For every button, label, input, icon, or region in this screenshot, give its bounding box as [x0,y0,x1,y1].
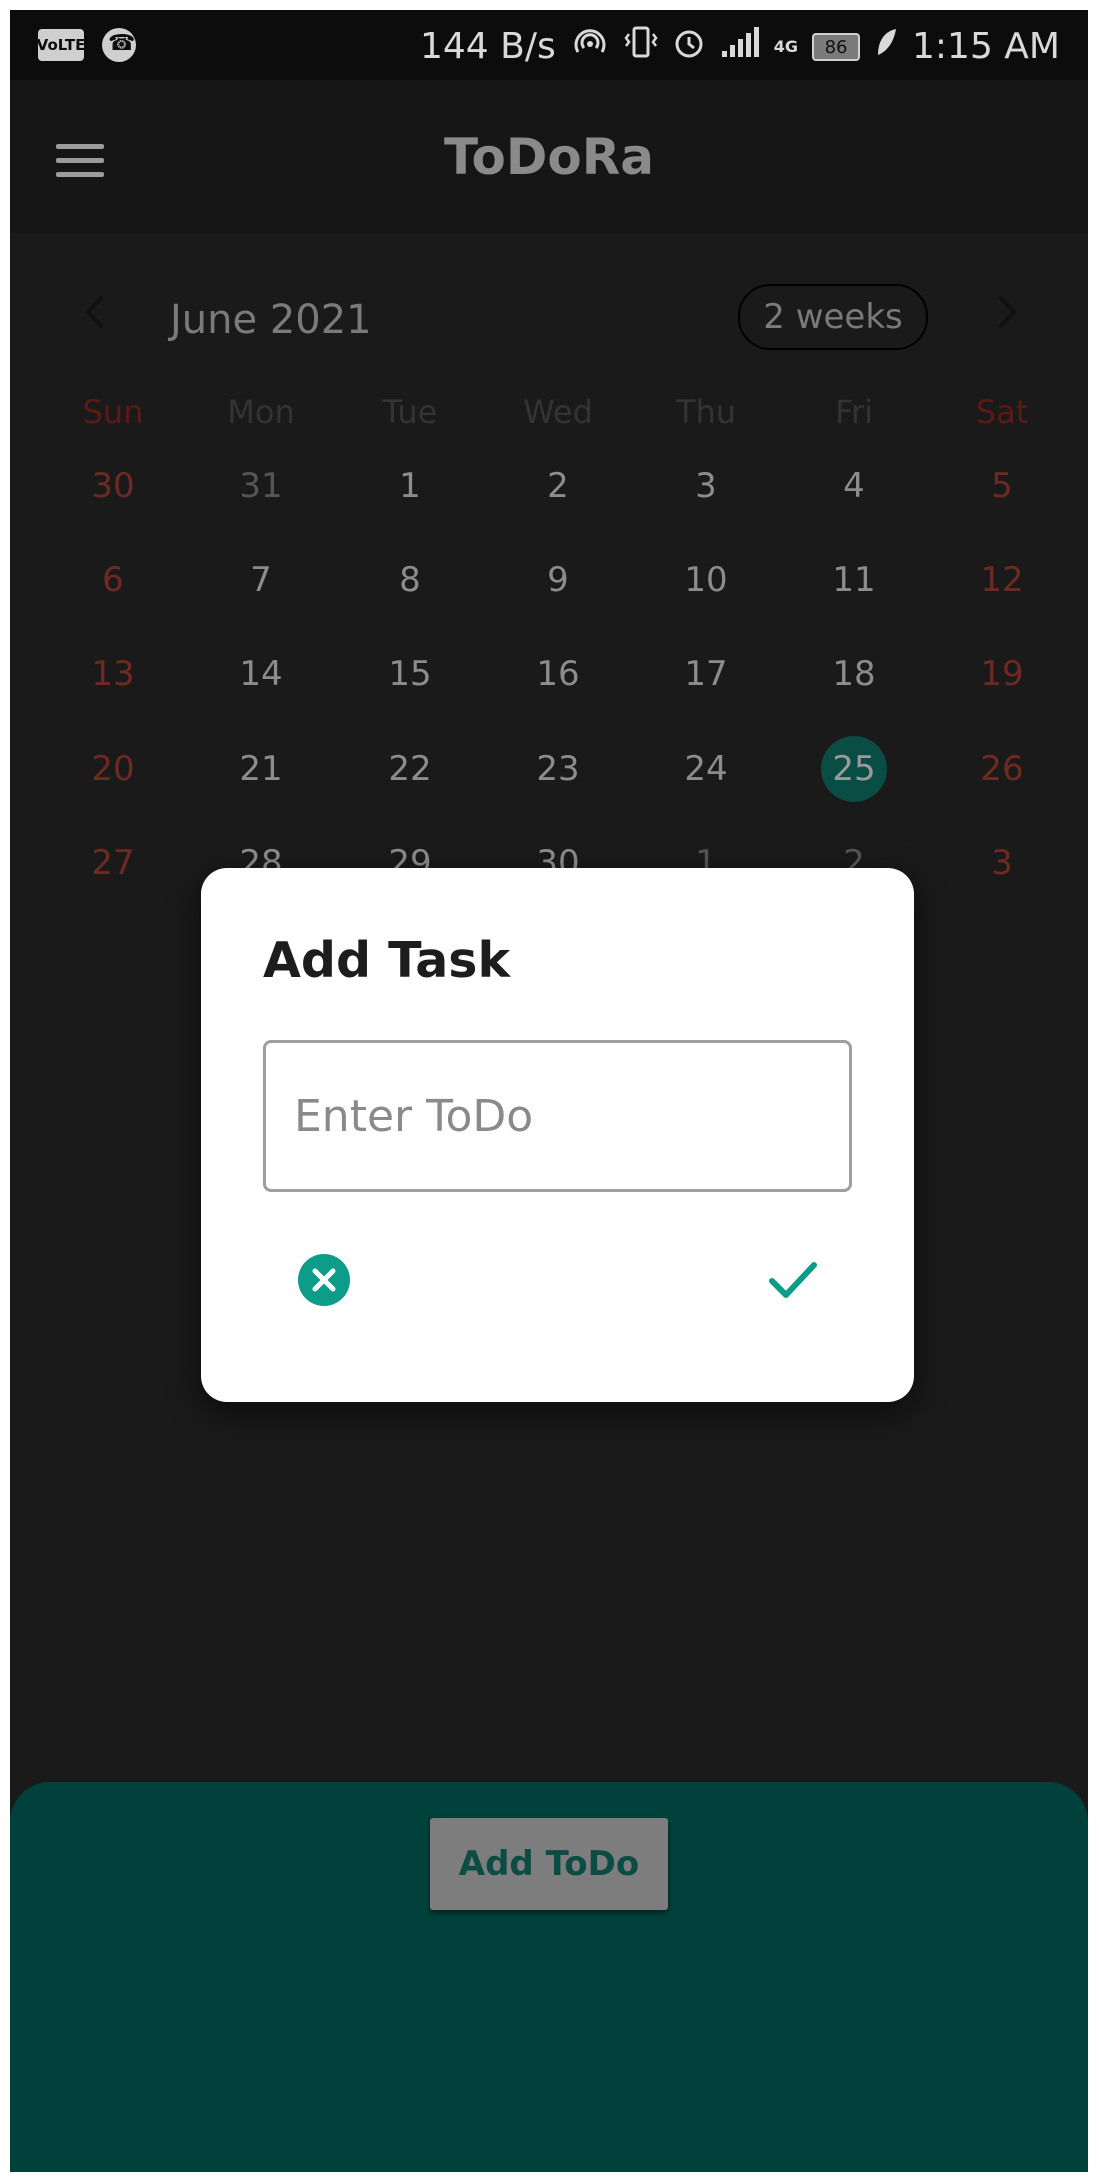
network-speed: 144 B/s [420,25,556,67]
todo-input[interactable] [263,1040,852,1192]
calendar-day[interactable]: 1 [350,453,470,519]
calendar-day[interactable]: 22 [350,736,470,802]
day-of-week: Mon [227,393,295,431]
day-of-week: Sat [975,393,1029,431]
calendar-day[interactable]: 20 [53,736,173,802]
dialog-title: Add Task [263,932,511,989]
calendar-day[interactable]: 10 [646,547,766,613]
day-of-week: Fri [834,393,874,431]
calendar-day[interactable]: 31 [201,453,321,519]
calendar-day[interactable]: 19 [942,641,1062,707]
add-task-dialog: Add Task [201,868,914,1402]
phone-screen: VoLTE 144 B/s 4G 86 1:15 AM [10,10,1088,2172]
calendar-day[interactable]: 8 [350,547,470,613]
calendar-day[interactable]: 16 [498,641,618,707]
bottom-panel: Add ToDo [10,1782,1088,2172]
days-of-week-row: Sun Mon Tue Wed Thu Fri Sat [10,393,1088,443]
month-label: June 2021 [170,297,372,343]
calendar-day[interactable]: 17 [646,641,766,707]
chevron-left-icon[interactable] [80,291,110,343]
signal-icon [720,25,760,67]
status-bar: VoLTE 144 B/s 4G 86 1:15 AM [10,10,1088,80]
calendar-day[interactable]: 6 [53,547,173,613]
calendar-day[interactable]: 3 [646,453,766,519]
day-of-week: Sun [82,393,144,431]
cancel-circle-icon[interactable] [298,1254,350,1306]
day-of-week: Tue [382,393,438,431]
day-of-week: Thu [675,393,737,431]
calendar-day[interactable]: 3 [942,830,1062,896]
calendar-day[interactable]: 24 [646,736,766,802]
calendar-day[interactable]: 14 [201,641,321,707]
calendar-day[interactable]: 15 [350,641,470,707]
calendar-day[interactable]: 13 [53,641,173,707]
network-type-icon: 4G [773,36,799,56]
calendar-day[interactable]: 21 [201,736,321,802]
battery-icon: 86 [812,33,861,61]
calendar-day[interactable]: 23 [498,736,618,802]
calendar-day[interactable]: 12 [942,547,1062,613]
app-title: ToDoRa [444,128,654,186]
calendar: June 2021 2 weeks Sun Mon Tue Wed Thu Fr… [10,233,1088,883]
calendar-day[interactable]: 7 [201,547,321,613]
alarm-icon [672,24,706,68]
calendar-day[interactable]: 27 [53,830,173,896]
checkmark-icon[interactable] [763,1250,823,1310]
app-bar: ToDoRa [10,80,1088,233]
chevron-right-icon[interactable] [992,291,1022,343]
calendar-day-selected[interactable]: 25 [794,736,914,802]
calendar-day[interactable]: 30 [53,453,173,519]
calendar-day[interactable]: 5 [942,453,1062,519]
calendar-day[interactable]: 9 [498,547,618,613]
calendar-format-button[interactable]: 2 weeks [738,284,928,350]
calendar-day[interactable]: 2 [498,453,618,519]
calendar-day[interactable]: 18 [794,641,914,707]
status-right-icons: 144 B/s 4G 86 1:15 AM [420,24,1060,68]
leaf-icon [874,27,898,65]
call-icon [102,28,136,62]
add-todo-button[interactable]: Add ToDo [430,1818,668,1910]
day-of-week: Wed [523,393,593,431]
status-time: 1:15 AM [912,25,1060,67]
calendar-day[interactable]: 4 [794,453,914,519]
volte-icon: VoLTE [37,29,85,61]
status-left-icons: VoLTE [37,28,136,62]
vibrate-icon [624,24,658,68]
calendar-day[interactable]: 11 [794,547,914,613]
calendar-day[interactable]: 26 [942,736,1062,802]
hotspot-icon [570,24,610,68]
